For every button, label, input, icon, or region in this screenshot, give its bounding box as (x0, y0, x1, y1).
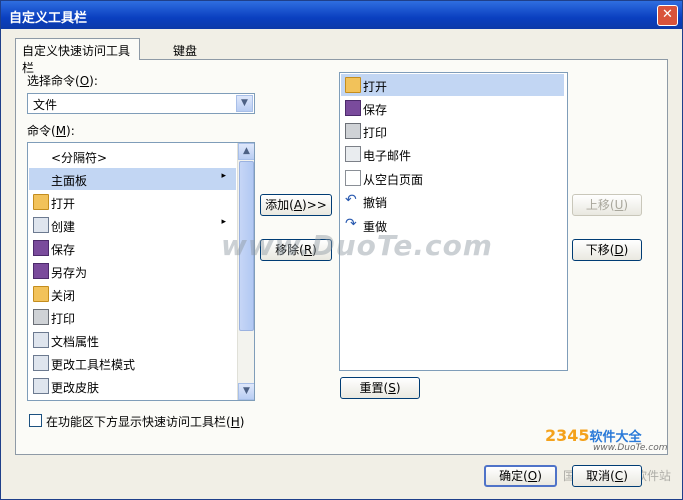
chevron-down-icon: ▼ (243, 386, 250, 396)
tab-label: 自定义快速访问工具栏 (22, 44, 131, 75)
commands-list[interactable]: <分隔符> 主面板 ▸ 打开 创建 ▸ 保存 另存为 关闭 打印 文档属性 更改… (27, 142, 255, 401)
move-up-button[interactable]: 上移(U) (572, 194, 642, 216)
close-icon: ✕ (662, 7, 673, 22)
commands-label: 命令(M): (27, 124, 75, 138)
list-item[interactable]: 打开 (29, 191, 236, 213)
watermark-text: www.DuoTe.com (221, 229, 493, 262)
tab-keyboard[interactable]: 键盘 (171, 38, 211, 59)
list-item[interactable]: 打印 (341, 120, 564, 142)
scroll-down-button[interactable]: ▼ (238, 383, 254, 400)
folder-open-icon (33, 194, 49, 210)
submenu-arrow-icon: ▸ (221, 171, 226, 181)
dropdown-button[interactable]: ▼ (236, 95, 253, 112)
customize-toolbar-dialog: 自定义工具栏 ✕ 自定义快速访问工具栏 键盘 选择命令(O): 文件 ▼ 命令(… (0, 0, 683, 500)
folder-open-icon (345, 77, 361, 93)
chevron-up-icon: ▲ (243, 146, 250, 156)
list-item[interactable]: 更改皮肤 (29, 375, 236, 397)
list-item[interactable]: 电子邮件 (341, 143, 564, 165)
title-bar[interactable]: 自定义工具栏 ✕ (1, 1, 682, 29)
close-button[interactable]: ✕ (657, 5, 678, 26)
printer-icon (345, 123, 361, 139)
list-item[interactable]: 另存为 (29, 260, 236, 282)
list-item[interactable]: 从空白页面 (341, 167, 564, 189)
close-folder-icon (33, 286, 49, 302)
toolbar-mode-icon (33, 355, 49, 371)
list-item[interactable]: 主面板 ▸ (29, 168, 236, 190)
list-item[interactable]: 保存 (29, 237, 236, 259)
toolbar-items-list[interactable]: 打开 保存 打印 电子邮件 从空白页面 ↶ 撤销 ↷ 重做 (339, 72, 568, 371)
dialog-title: 自定义工具栏 (9, 11, 88, 26)
printer-icon (33, 309, 49, 325)
move-down-button[interactable]: 下移(D) (572, 239, 642, 261)
list-item[interactable]: 文档属性 (29, 329, 236, 351)
skin-icon (33, 378, 49, 394)
ok-button[interactable]: 确定(O) (484, 465, 557, 487)
add-button[interactable]: 添加(A)>> (260, 194, 332, 216)
reset-button[interactable]: 重置(S) (340, 377, 420, 399)
tab-label: 键盘 (173, 44, 198, 58)
list-item[interactable]: 保存 (341, 97, 564, 119)
list-item[interactable]: 打开 (341, 74, 564, 96)
list-item[interactable]: ↶ 撤销 (341, 190, 564, 212)
watermark-url: www.DuoTe.com (593, 443, 668, 453)
save-as-icon (33, 263, 49, 279)
show-below-ribbon-checkbox[interactable] (29, 414, 42, 427)
tab-quick-access-toolbar[interactable]: 自定义快速访问工具栏 (15, 38, 140, 75)
email-icon (345, 146, 361, 162)
list-item[interactable]: 打印 (29, 306, 236, 328)
save-icon (345, 100, 361, 116)
submenu-arrow-icon: ▸ (221, 217, 226, 227)
chevron-down-icon: ▼ (241, 98, 248, 108)
list-item[interactable]: <分隔符> (29, 145, 236, 167)
list-item[interactable]: 更改工具栏模式 (29, 352, 236, 374)
show-below-ribbon-label[interactable]: 在功能区下方显示快速访问工具栏(H) (46, 413, 244, 430)
new-document-icon (33, 217, 49, 233)
undo-icon: ↶ (345, 192, 357, 208)
properties-icon (33, 332, 49, 348)
choose-command-value: 文件 (33, 98, 58, 112)
save-icon (33, 240, 49, 256)
list-item[interactable]: 关闭 (29, 283, 236, 305)
list-item[interactable]: 创建 ▸ (29, 214, 236, 236)
blank-page-icon (345, 170, 361, 186)
choose-command-select[interactable]: 文件 ▼ (27, 93, 255, 114)
scroll-up-button[interactable]: ▲ (238, 143, 254, 160)
scrollbar[interactable]: ▲ ▼ (237, 143, 254, 400)
cancel-button[interactable]: 取消(C) (572, 465, 642, 487)
